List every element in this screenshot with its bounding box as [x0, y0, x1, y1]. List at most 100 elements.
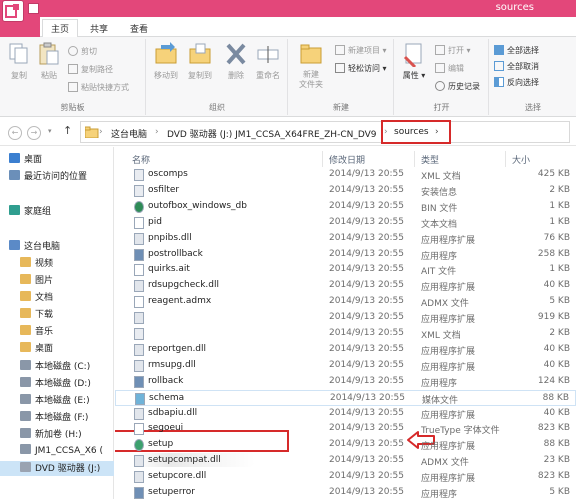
- nav-item[interactable]: 这台电脑: [0, 239, 114, 254]
- up-arrow-icon[interactable]: ↑: [63, 124, 72, 137]
- file-name: pnpibs.dll: [148, 232, 192, 243]
- file-type: BIN 文件: [421, 203, 458, 214]
- file-row[interactable]: 2014/9/13 20:55 应用程序扩展 919 KB: [115, 310, 576, 326]
- file-row[interactable]: reportgen.dll 2014/9/13 20:55 应用程序扩展 40 KB: [115, 342, 576, 358]
- nav-item-label: 这台电脑: [24, 242, 61, 252]
- back-arrow-icon[interactable]: ←: [8, 126, 22, 140]
- nav-item[interactable]: 桌面: [0, 152, 114, 167]
- open-button[interactable]: 打开 ▾: [435, 45, 471, 58]
- edit-button[interactable]: 编辑: [435, 63, 464, 76]
- file-type: 应用程序: [421, 490, 458, 499]
- file-size: 88 KB: [542, 392, 569, 403]
- tab-view[interactable]: 查看: [122, 20, 156, 37]
- nav-item[interactable]: 桌面: [0, 341, 114, 356]
- address-bar[interactable]: › 这台电脑 › DVD 驱动器 (J:) JM1_CCSA_X64FRE_ZH…: [80, 121, 570, 143]
- file-row[interactable]: outofbox_windows_db 2014/9/13 20:55 BIN 文件…: [115, 199, 576, 215]
- file-row[interactable]: setuperror 2014/9/13 20:55 应用程序 5 KB: [115, 485, 576, 499]
- easy-access-button[interactable]: 轻松访问 ▾: [335, 63, 387, 76]
- nav-item[interactable]: 家庭组: [0, 204, 114, 219]
- nav-item[interactable]: 新加卷 (H:): [0, 427, 114, 442]
- tab-home[interactable]: 主页: [42, 19, 79, 38]
- invert-selection-icon: [494, 77, 504, 87]
- nav-item[interactable]: 本地磁盘 (C:): [0, 359, 114, 374]
- properties-button[interactable]: 属性 ▾: [397, 41, 431, 81]
- file-type: 应用程序扩展: [421, 235, 476, 246]
- app-folder-icon[interactable]: [2, 0, 24, 22]
- copy-path-button[interactable]: 复制路径: [68, 64, 113, 77]
- recent-locations-chevron-icon[interactable]: ▾: [48, 127, 52, 135]
- file-row[interactable]: pid 2014/9/13 20:55 文本文档 1 KB: [115, 215, 576, 231]
- file-row[interactable]: setupcompat.dll 2014/9/13 20:55 ADMX 文件 23 …: [115, 453, 576, 469]
- file-name: reportgen.dll: [148, 343, 207, 354]
- file-type: 应用程序扩展: [421, 474, 476, 485]
- move-to-button[interactable]: 移动到: [149, 41, 183, 81]
- breadcrumb-this-pc[interactable]: 这台电脑: [111, 127, 147, 140]
- new-folder-button[interactable]: 新建 文件夹: [291, 41, 331, 90]
- file-size: 40 KB: [543, 407, 570, 418]
- nav-item[interactable]: 文档: [0, 290, 114, 305]
- font-file-icon: [134, 423, 144, 436]
- nav-item[interactable]: 图片: [0, 273, 114, 288]
- drive-icon: [20, 377, 31, 387]
- file-row[interactable]: setup 2014/9/13 20:55 应用程序扩展 88 KB: [115, 437, 576, 453]
- file-row[interactable]: rollback 2014/9/13 20:55 应用程序 124 KB: [115, 374, 576, 390]
- file-icon: [134, 264, 144, 277]
- paste-shortcut-button[interactable]: 粘贴快捷方式: [68, 82, 129, 95]
- file-date: 2014/9/13 20:55: [329, 471, 404, 482]
- file-row[interactable]: osfilter 2014/9/13 20:55 安装信息 2 KB: [115, 183, 576, 199]
- nav-item[interactable]: 音乐: [0, 324, 114, 339]
- new-item-button[interactable]: 新建项目 ▾: [335, 45, 387, 58]
- history-button[interactable]: 历史记录: [435, 81, 480, 94]
- file-name: oscomps: [148, 169, 188, 179]
- nav-item[interactable]: 本地磁盘 (F:): [0, 410, 114, 425]
- documents-folder-icon: [20, 291, 31, 301]
- file-size: 40 KB: [543, 280, 570, 291]
- nav-item-label: 图片: [35, 276, 54, 286]
- select-none-button[interactable]: 全部取消: [494, 61, 539, 74]
- file-row[interactable]: schema 2014/9/13 20:55 媒体文件 88 KB: [115, 389, 576, 406]
- copy-button[interactable]: 复制: [2, 41, 36, 81]
- nav-item[interactable]: 本地磁盘 (D:): [0, 376, 114, 391]
- nav-item[interactable]: 视频: [0, 256, 114, 271]
- file-date: 2014/9/13 20:55: [329, 232, 404, 243]
- paste-button[interactable]: 粘贴: [32, 41, 66, 81]
- nav-item-label: 视频: [35, 259, 54, 269]
- file-type: 应用程序扩展: [421, 346, 476, 357]
- file-size: 425 KB: [537, 169, 570, 179]
- nav-item-label: 本地磁盘 (C:): [35, 362, 91, 372]
- column-header-size[interactable]: 大小: [512, 153, 530, 166]
- file-row[interactable]: segoeui 2014/9/13 20:55 TrueType 字体文件 823 K…: [115, 421, 576, 437]
- file-row[interactable]: rmsupg.dll 2014/9/13 20:55 应用程序扩展 40 KB: [115, 358, 576, 374]
- file-row[interactable]: pnpibs.dll 2014/9/13 20:55 应用程序扩展 76 KB: [115, 231, 576, 247]
- column-header-name[interactable]: 名称: [132, 153, 150, 166]
- file-row[interactable]: rdsupgcheck.dll 2014/9/13 20:55 应用程序扩展 40 K…: [115, 278, 576, 294]
- file-row[interactable]: setupcore.dll 2014/9/13 20:55 应用程序扩展 823 KB: [115, 469, 576, 485]
- file-row[interactable]: postrollback 2014/9/13 20:55 应用程序 258 KB: [115, 247, 576, 263]
- desktop-icon: [9, 153, 20, 163]
- forward-arrow-icon[interactable]: →: [27, 126, 41, 140]
- rename-button[interactable]: 重命名: [251, 41, 285, 81]
- file-row[interactable]: quirks.ait 2014/9/13 20:55 AIT 文件 1 KB: [115, 262, 576, 278]
- cut-button[interactable]: 剪切: [68, 46, 97, 59]
- column-header-date[interactable]: 修改日期: [329, 153, 365, 166]
- nav-item[interactable]: 最近访问的位置: [0, 169, 114, 184]
- invert-selection-button[interactable]: 反向选择: [494, 77, 539, 90]
- select-all-button[interactable]: 全部选择: [494, 45, 539, 58]
- file-row[interactable]: reagent.admx 2014/9/13 20:55 ADMX 文件 5 KB: [115, 294, 576, 310]
- nav-item[interactable]: 下载: [0, 307, 114, 322]
- breadcrumb-dvd-drive[interactable]: DVD 驱动器 (J:) JM1_CCSA_X64FRE_ZH-CN_DV9: [167, 127, 377, 140]
- delete-button[interactable]: 删除: [219, 41, 253, 81]
- quick-access-save-icon[interactable]: [28, 3, 39, 14]
- copy-to-button[interactable]: 复制到: [183, 41, 217, 81]
- select-group-label: 选择: [525, 103, 541, 112]
- tab-share[interactable]: 共享: [82, 20, 116, 37]
- open-group-label: 打开: [433, 103, 450, 112]
- column-header-type[interactable]: 类型: [421, 153, 439, 166]
- file-row[interactable]: 2014/9/13 20:55 XML 文档 2 KB: [115, 326, 576, 342]
- nav-item[interactable]: 本地磁盘 (E:): [0, 393, 114, 408]
- file-row[interactable]: sdbapiu.dll 2014/9/13 20:55 应用程序扩展 40 KB: [115, 406, 576, 422]
- nav-item[interactable]: JM1_CCSA_X6 (: [0, 444, 114, 459]
- file-row[interactable]: oscomps 2014/9/13 20:55 XML 文档 425 KB: [115, 167, 576, 183]
- organize-group: 移动到 复制到 删除 重命名 组织: [147, 39, 288, 115]
- nav-item[interactable]: DVD 驱动器 (J:): [0, 461, 114, 476]
